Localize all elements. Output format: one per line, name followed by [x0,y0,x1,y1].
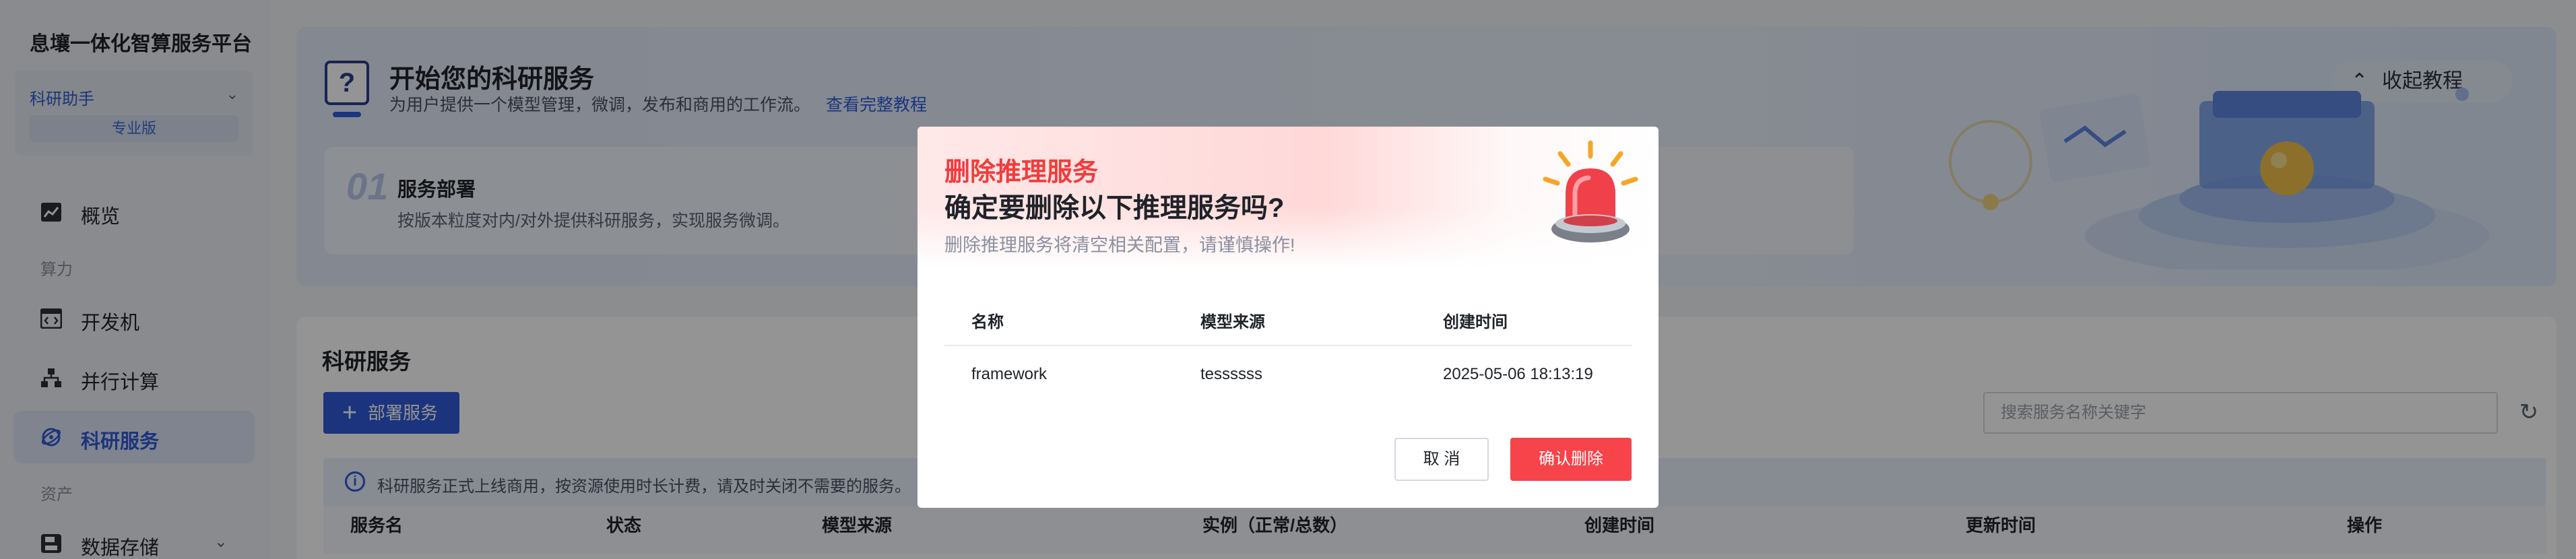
alarm-icon [1543,140,1638,242]
divider [944,345,1632,346]
app-root: 息壤一体化智算服务平台 科研助手 ⌄ 专业版 概览 算力 开发机 并行计算 科研… [0,0,2576,559]
confirm-delete-button[interactable]: 确认删除 [1510,438,1632,481]
delete-service-dialog: 删除推理服务 确定要删除以下推理服务吗? 删除推理服务将清空相关配置，请谨慎操作… [917,127,1659,508]
dialog-cell-source: tessssss [1200,365,1263,383]
dialog-cell-name: framework [971,365,1048,383]
dialog-column-created: 创建时间 [1443,313,1508,331]
dialog-title: 确定要删除以下推理服务吗? [944,193,1285,223]
dialog-cell-created: 2025-05-06 18:13:19 [1443,365,1593,383]
dialog-kicker: 删除推理服务 [944,158,1099,187]
cancel-button[interactable]: 取 消 [1394,438,1489,481]
dialog-column-name: 名称 [971,313,1004,331]
dialog-subtitle: 删除推理服务将清空相关配置，请谨慎操作! [944,235,1295,255]
dialog-column-source: 模型来源 [1200,313,1265,331]
